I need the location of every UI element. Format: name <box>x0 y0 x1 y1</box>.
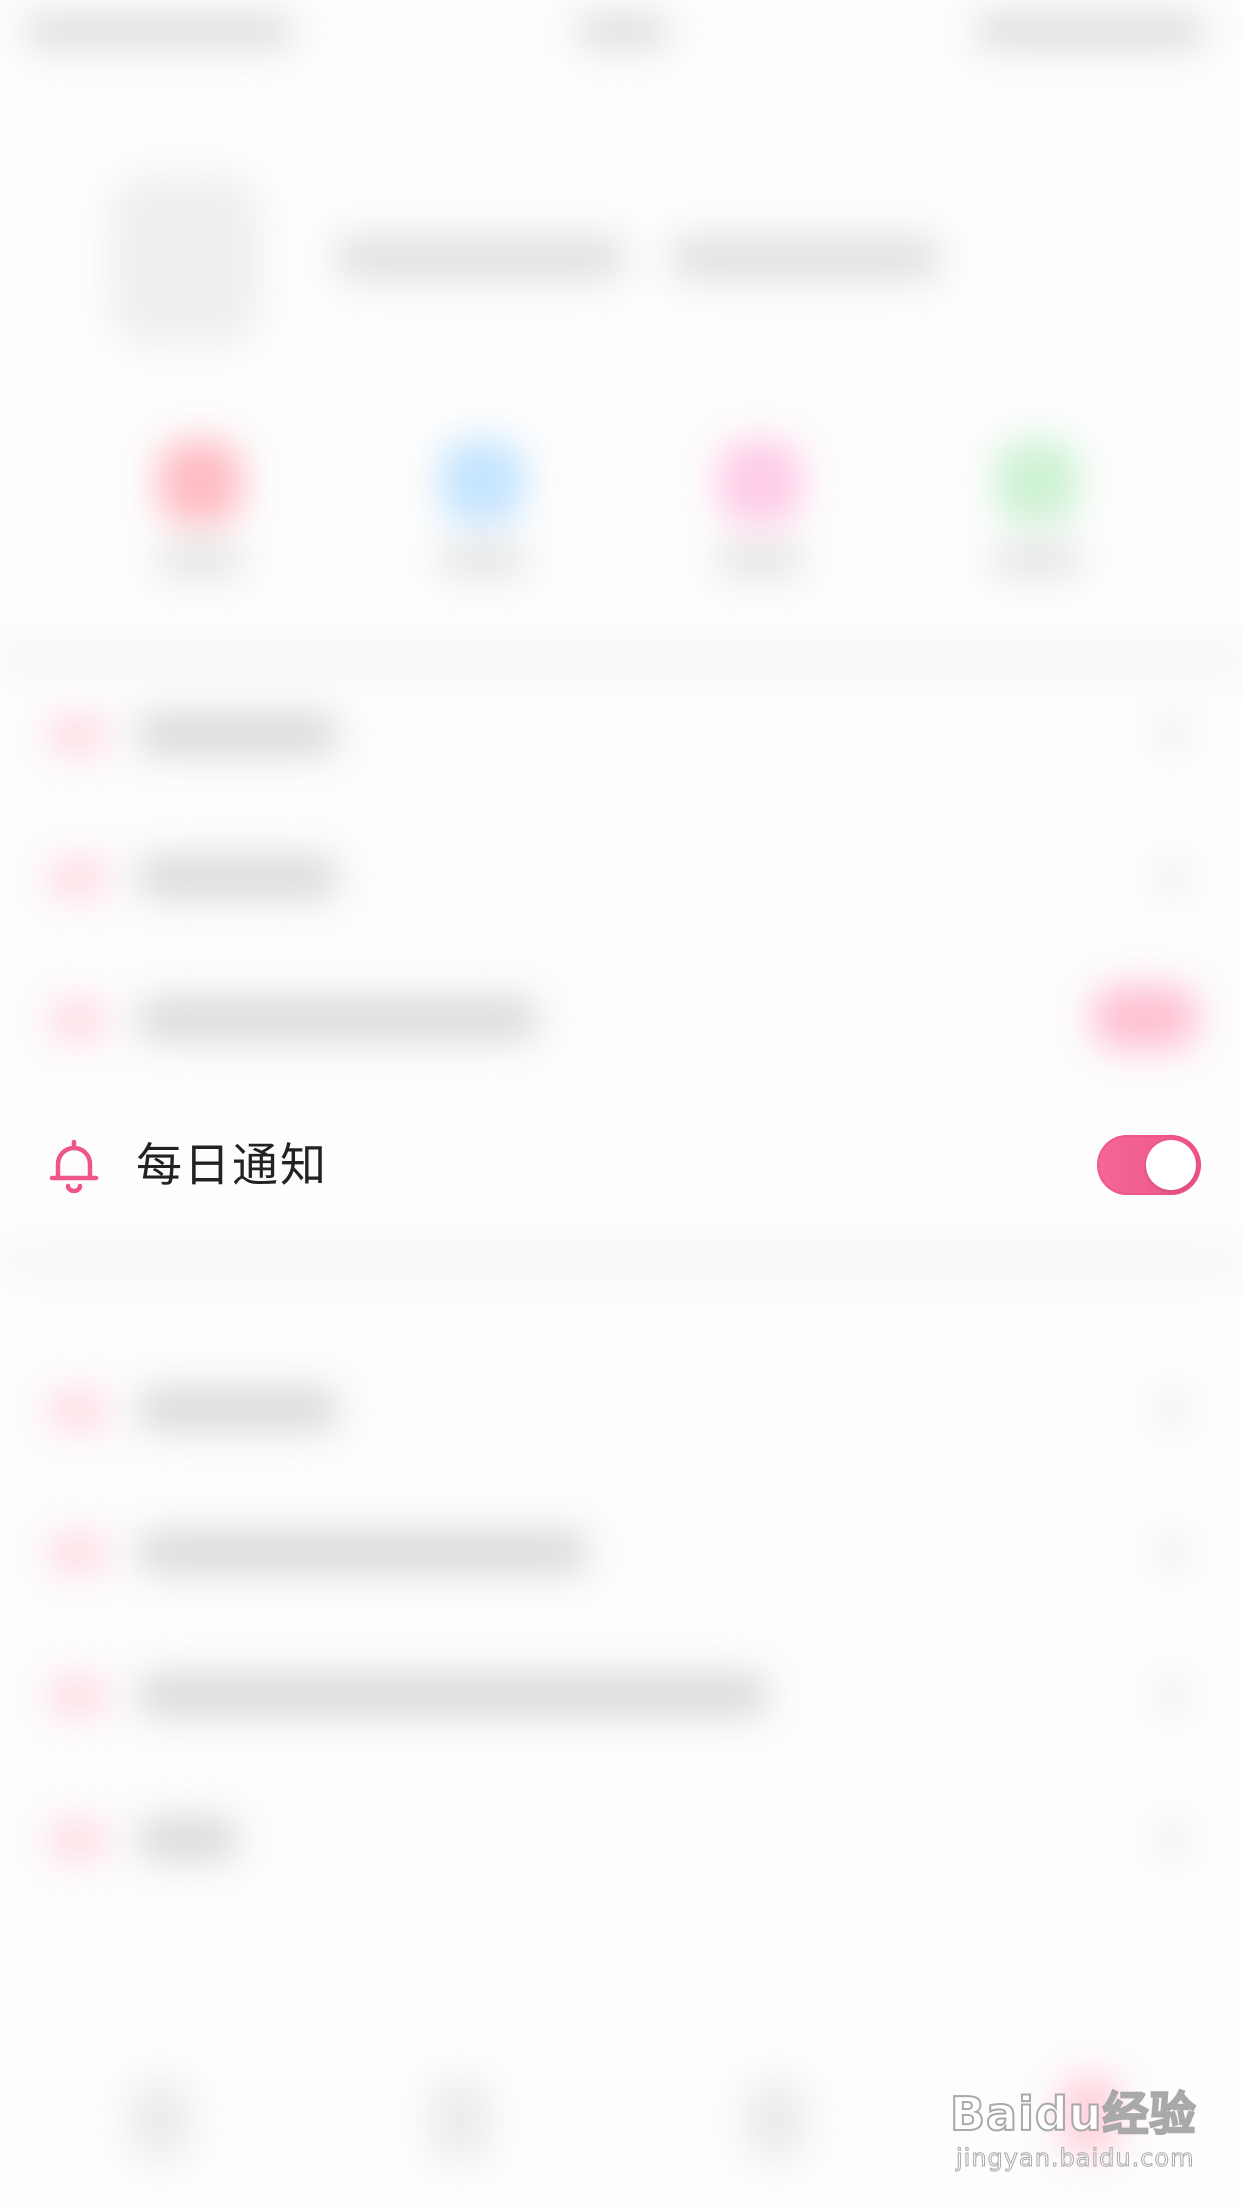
quick-action-icon <box>440 440 524 524</box>
daily-notification-label: 每日通知 <box>136 1138 328 1192</box>
chevron-right-icon <box>1160 1822 1184 1856</box>
list-item-label <box>138 997 538 1041</box>
list-item-label <box>138 1673 768 1717</box>
avatar <box>110 175 260 345</box>
tab-bar-item <box>430 2080 490 2160</box>
status-bar-left <box>24 14 294 48</box>
list-item-label <box>138 1817 238 1861</box>
chevron-right-icon <box>1160 860 1184 894</box>
list-item-icon <box>48 1533 108 1573</box>
chevron-right-icon <box>1160 715 1184 749</box>
blurred-background <box>0 0 1242 2208</box>
quick-action-icon <box>995 440 1079 524</box>
list-item-icon <box>48 858 108 898</box>
quick-action-label <box>715 545 805 575</box>
section-divider <box>0 650 1242 668</box>
quick-action-label <box>992 545 1082 575</box>
tab-bar-item <box>130 2080 190 2160</box>
daily-notification-toggle[interactable] <box>1097 1135 1201 1195</box>
status-bar-center <box>575 14 670 48</box>
chevron-right-icon <box>1160 1535 1184 1569</box>
profile-name-block <box>335 235 625 281</box>
watermark-url: jingyan.baidu.com <box>955 2144 1195 2173</box>
section-divider <box>0 1250 1242 1272</box>
daily-notification-row[interactable]: 每日通知 <box>0 1110 1242 1220</box>
list-item-label <box>138 1387 338 1431</box>
chevron-right-icon <box>1160 1392 1184 1426</box>
chevron-right-icon <box>1160 1678 1184 1712</box>
quick-action-label <box>437 545 527 575</box>
list-item-label <box>138 712 338 756</box>
baidu-jingyan-watermark: Baidu经验 jingyan.baidu.com <box>949 2078 1230 2188</box>
list-item-icon <box>48 1820 108 1860</box>
list-item-icon <box>48 1676 108 1716</box>
status-bar-right <box>975 14 1205 48</box>
toggle-switch <box>1090 985 1200 1050</box>
list-item-icon <box>48 1000 108 1040</box>
bell-icon <box>49 1139 99 1194</box>
tab-bar-item <box>745 2080 805 2160</box>
profile-info-block <box>670 235 940 281</box>
list-item-label <box>138 855 338 899</box>
list-item-icon <box>48 715 108 755</box>
list-item-icon <box>48 1390 108 1430</box>
toggle-knob[interactable] <box>1146 1140 1196 1190</box>
quick-action-icon <box>158 440 242 524</box>
watermark-main: Baidu经验 <box>949 2086 1197 2142</box>
quick-action-label <box>155 545 245 575</box>
settings-screen: 每日通知 Baidu经验 jingyan.baidu.com <box>0 0 1242 2208</box>
quick-action-icon <box>718 440 802 524</box>
list-item-label <box>138 1530 588 1574</box>
